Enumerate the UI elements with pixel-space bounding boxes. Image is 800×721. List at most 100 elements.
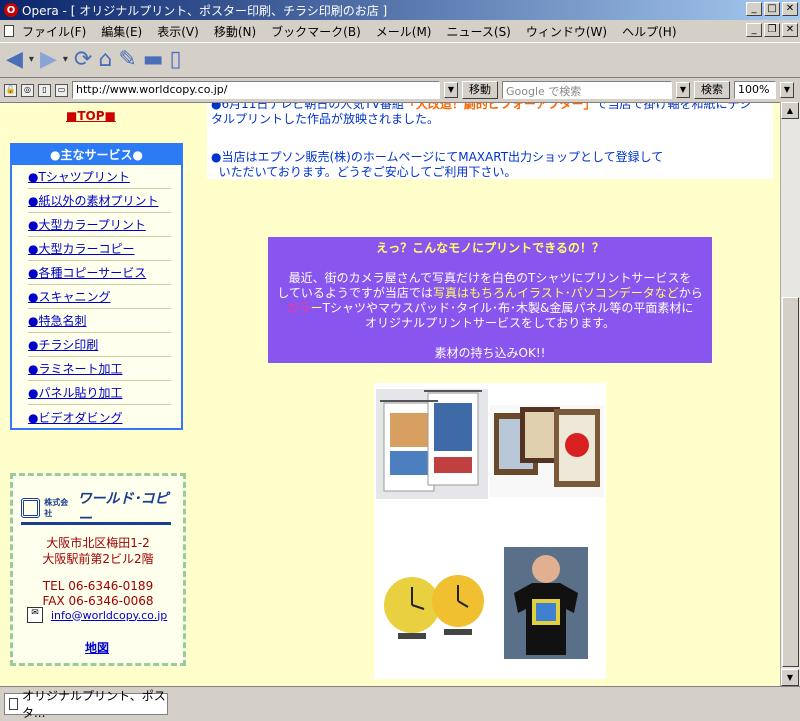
tshirt-photo bbox=[504, 547, 588, 659]
address-line-2: 大阪駅前第2ビル2階 bbox=[42, 552, 154, 566]
service-link-panel[interactable]: ●パネル貼り加工 bbox=[28, 381, 171, 405]
promo-line-2a: しているようですが当店では bbox=[277, 286, 433, 300]
mdi-restore-button[interactable]: ❐ bbox=[764, 23, 780, 37]
search-input[interactable]: Google で検索 bbox=[502, 81, 672, 99]
service-link-large-print[interactable]: ●大型カラープリント bbox=[28, 213, 171, 237]
main-content: ●6月11日テレビ朝日の人気TV番組「大改造！劇的ビフォーアフター」で当店で掛け… bbox=[203, 103, 780, 686]
go-button[interactable]: 移動 bbox=[462, 81, 498, 99]
service-link-video[interactable]: ●ビデオダビング bbox=[28, 405, 171, 429]
menu-help[interactable]: ヘルプ(H) bbox=[622, 23, 676, 40]
news-epson-line2: いただいております。どうぞご安心してご利用下さい。 bbox=[218, 165, 517, 179]
tab-label: オリジナルプリント、ポスタ... bbox=[21, 689, 166, 720]
top-link[interactable]: ■TOP■ bbox=[66, 109, 116, 123]
news-tv-post: で当店で掛け軸を和紙にデジ bbox=[595, 102, 752, 111]
service-link-copy[interactable]: ●各種コピーサービス bbox=[28, 261, 171, 285]
hotlist-icon[interactable]: ✎ bbox=[118, 49, 136, 71]
mdi-close-button[interactable]: ✕ bbox=[782, 23, 798, 37]
promo-line-2c: から bbox=[678, 286, 703, 300]
menu-edit[interactable]: 編集(E) bbox=[101, 23, 142, 40]
mail-icon: ✉ bbox=[27, 607, 43, 623]
fax-number: FAX 06-6346-0068 bbox=[42, 594, 154, 608]
search-button[interactable]: 検索 bbox=[694, 81, 730, 99]
home-icon[interactable]: ⌂ bbox=[98, 49, 112, 71]
promo-line-2-highlight: 写真はもちろんイラスト･パソコンデータなど bbox=[432, 286, 679, 300]
scroll-up-icon[interactable]: ▲ bbox=[781, 102, 799, 119]
promo-line-5: 素材の持ち込みOK!! bbox=[434, 346, 546, 360]
close-button[interactable]: ✕ bbox=[782, 2, 798, 16]
news-tv-program: 「大改造！劇的ビフォーアフター」 bbox=[403, 102, 596, 111]
navigation-toolbar: ◀ ▾ ▶ ▾ ⟳ ⌂ ✎ ▬ ▯ bbox=[0, 42, 800, 78]
tel-number: TEL 06-6346-0189 bbox=[42, 579, 154, 593]
mdi-minimize-button[interactable]: _ bbox=[746, 23, 762, 37]
scroll-down-icon[interactable]: ▼ bbox=[781, 669, 799, 686]
zoom-dropdown-icon[interactable]: ▼ bbox=[780, 82, 794, 98]
promo-line-3-rest: Tシャツやマウスパッド･タイル･布･木製&金属パネル等の平面素材に bbox=[322, 301, 694, 315]
print-icon[interactable]: ▬ bbox=[143, 49, 164, 71]
scroll-thumb[interactable] bbox=[782, 297, 799, 667]
page-viewport: ■TOP■ ●主なサービス● ●Tシャツプリント ●紙以外の素材プリント ●大型… bbox=[0, 102, 780, 686]
news-box: ●6月11日テレビ朝日の人気TV番組「大改造！劇的ビフォーアフター」で当店で掛け… bbox=[207, 103, 773, 179]
frame-photo bbox=[490, 405, 604, 497]
service-link-laminate[interactable]: ●ラミネート加工 bbox=[28, 357, 171, 381]
page-info-icon[interactable]: ▯ bbox=[38, 83, 51, 97]
menu-view[interactable]: 表示(V) bbox=[157, 23, 199, 40]
maximize-button[interactable]: □ bbox=[764, 2, 780, 16]
tab-page-icon bbox=[9, 698, 18, 710]
menu-bookmarks[interactable]: ブックマーク(B) bbox=[271, 23, 361, 40]
service-link-scanning[interactable]: ●スキャニング bbox=[28, 285, 171, 309]
search-engine-dropdown-icon[interactable]: ▼ bbox=[676, 82, 690, 98]
window-tab-bar: オリジナルプリント、ポスタ... bbox=[0, 686, 800, 720]
title-bar: O Opera - [ オリジナルプリント、ポスター印刷、チラシ印刷のお店 ] … bbox=[0, 0, 800, 20]
vertical-scrollbar[interactable]: ▲ ▼ bbox=[780, 102, 800, 686]
promo-color-yellow: ー bbox=[310, 301, 323, 315]
service-link-business-card[interactable]: ●特急名刺 bbox=[28, 309, 171, 333]
map-link[interactable]: 地図 bbox=[85, 639, 109, 656]
camera-icon[interactable]: ◎ bbox=[21, 83, 34, 97]
email-link[interactable]: info@worldcopy.co.jp bbox=[51, 609, 167, 622]
menu-window[interactable]: ウィンドウ(W) bbox=[526, 23, 607, 40]
poster-photo bbox=[376, 389, 488, 499]
lock-icon[interactable]: 🔓 bbox=[4, 83, 17, 97]
forward-dropdown-icon[interactable]: ▾ bbox=[63, 49, 68, 71]
menu-bar: ファイル(F) 編集(E) 表示(V) 移動(N) ブックマーク(B) メール(… bbox=[0, 20, 800, 42]
opera-icon: O bbox=[4, 3, 18, 17]
menu-mail[interactable]: メール(M) bbox=[376, 23, 432, 40]
url-input[interactable]: http://www.worldcopy.co.jp/ bbox=[72, 81, 440, 99]
promo-line-4: オリジナルプリントサービスをしております。 bbox=[364, 316, 616, 330]
url-dropdown-icon[interactable]: ▼ bbox=[444, 82, 458, 98]
news-tv-line2: タルプリントした作品が放映されました。 bbox=[211, 112, 440, 126]
service-link-non-paper[interactable]: ●紙以外の素材プリント bbox=[28, 189, 171, 213]
zoom-field[interactable]: 100% bbox=[734, 81, 776, 99]
menu-navigate[interactable]: 移動(N) bbox=[214, 23, 256, 40]
service-link-large-copy[interactable]: ●大型カラーコピー bbox=[28, 237, 171, 261]
bookmark-icon[interactable]: ▭ bbox=[55, 83, 68, 97]
page-tab[interactable]: オリジナルプリント、ポスタ... bbox=[4, 689, 168, 720]
logo-underline bbox=[21, 522, 171, 525]
news-item-epson: ●当店はエプソン販売(株)のホームページにてMAXART出力ショップとして登録し… bbox=[211, 150, 663, 180]
left-sidebar: ■TOP■ ●主なサービス● ●Tシャツプリント ●紙以外の素材プリント ●大型… bbox=[0, 103, 203, 686]
promo-line-2: しているようですが当店では写真はもちろんイラスト･パソコンデータなどから bbox=[268, 286, 712, 301]
menu-news[interactable]: ニュース(S) bbox=[446, 23, 510, 40]
page-icon[interactable]: ▯ bbox=[170, 49, 182, 71]
window-controls: _ □ ✕ bbox=[746, 2, 798, 16]
minimize-button[interactable]: _ bbox=[746, 2, 762, 16]
document-icon bbox=[4, 25, 14, 37]
promo-question: えっ？こんなモノにプリントできるの！？ bbox=[376, 241, 604, 255]
reload-icon[interactable]: ⟳ bbox=[74, 49, 92, 71]
logo-mark-icon bbox=[21, 498, 41, 518]
service-link-tshirt[interactable]: ●Tシャツプリント bbox=[28, 165, 171, 189]
product-photos bbox=[374, 383, 606, 679]
news-item-tv: ●6月11日テレビ朝日の人気TV番組「大改造！劇的ビフォーアフター」で当店で掛け… bbox=[211, 102, 752, 127]
back-dropdown-icon[interactable]: ▾ bbox=[29, 49, 34, 71]
services-box: ●主なサービス● ●Tシャツプリント ●紙以外の素材プリント ●大型カラープリン… bbox=[10, 143, 183, 430]
address-bar: 🔓 ◎ ▯ ▭ http://www.worldcopy.co.jp/ ▼ 移動… bbox=[0, 79, 800, 101]
forward-arrow-icon[interactable]: ▶ bbox=[40, 49, 57, 71]
address-line-1: 大阪市北区梅田1-2 bbox=[46, 536, 150, 550]
window-title: Opera - [ オリジナルプリント、ポスター印刷、チラシ印刷のお店 ] bbox=[22, 3, 388, 18]
company-info-box: 株式会社 ワールド･コピー 大阪市北区梅田1-2 大阪駅前第2ビル2階 TEL … bbox=[10, 473, 186, 666]
menu-file[interactable]: ファイル(F) bbox=[22, 23, 86, 40]
promo-line-1: 最近、街のカメラ屋さんで写真だけを白色のTシャツにプリントサービスを bbox=[288, 271, 692, 285]
back-arrow-icon[interactable]: ◀ bbox=[6, 49, 23, 71]
clock-photo bbox=[378, 569, 488, 643]
service-link-flyer[interactable]: ●チラシ印刷 bbox=[28, 333, 171, 357]
